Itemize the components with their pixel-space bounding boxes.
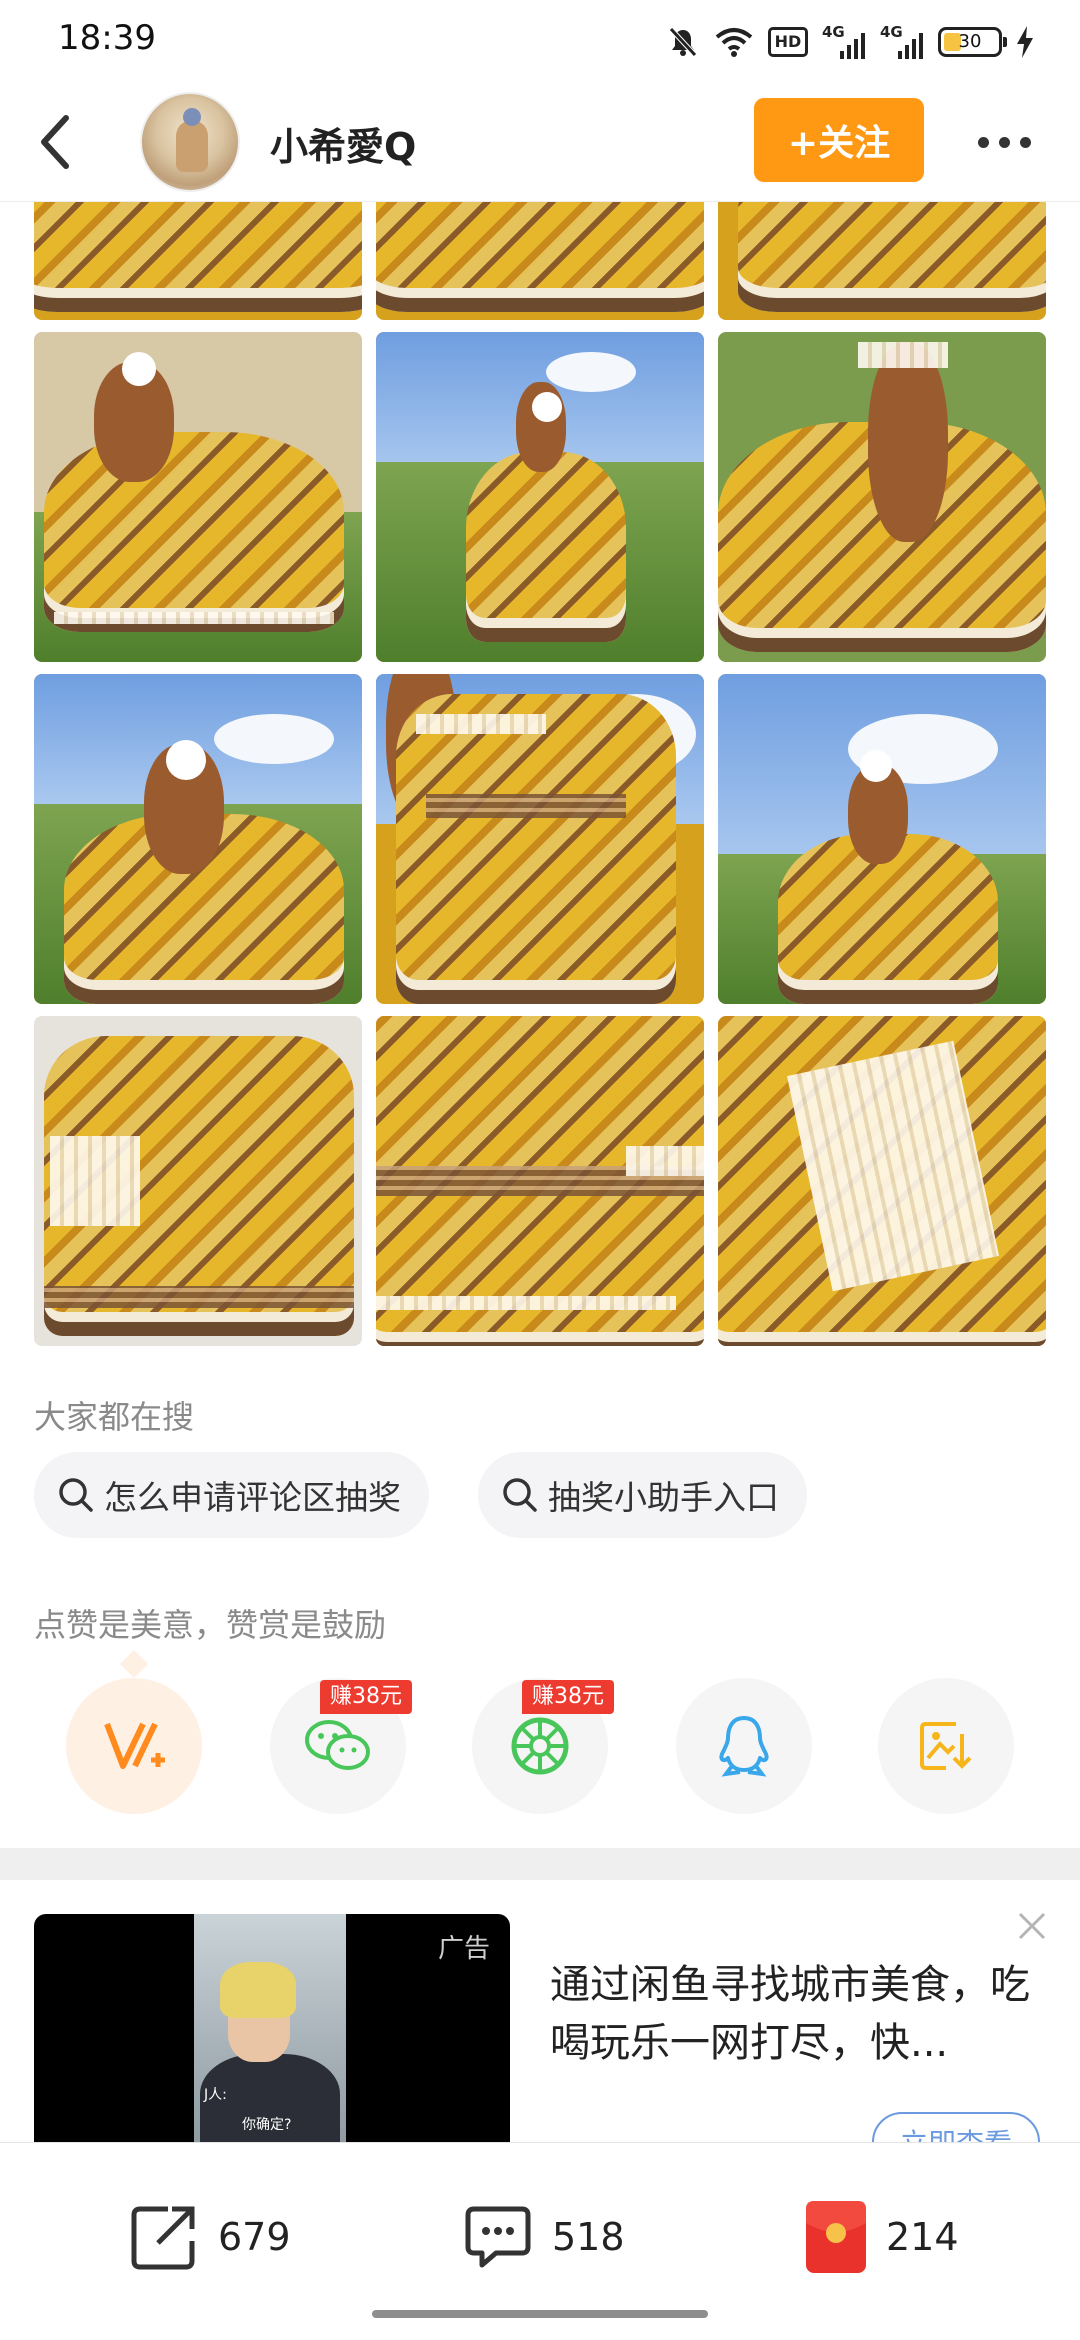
more-options-button[interactable] xyxy=(964,112,1044,172)
charging-icon xyxy=(1016,26,1034,58)
ad-label: 广告 xyxy=(437,1934,490,1964)
weibo-post-page: 18:39 HD 4G 4G 30 小希愛Q +关注 大家都在搜 怎么申请评论区… xyxy=(0,0,1080,2340)
follow-button[interactable]: +关注 xyxy=(754,98,924,182)
earn-badge-wechat: 赚38元 xyxy=(320,1680,412,1714)
close-icon xyxy=(1018,1912,1046,1940)
photo-thumbnail[interactable] xyxy=(34,1016,362,1346)
photo-thumbnail[interactable] xyxy=(376,1016,704,1346)
home-indicator[interactable] xyxy=(372,2310,708,2318)
qq-icon xyxy=(719,1716,769,1777)
comment-icon xyxy=(465,2206,531,2268)
signal-icon-2: 4G xyxy=(880,23,924,59)
comment-button[interactable]: 518 xyxy=(462,2197,625,2277)
wechat-moments-icon xyxy=(511,1717,569,1775)
photo-thumbnail[interactable] xyxy=(376,332,704,662)
ad-title[interactable]: 通过闲鱼寻找城市美食，吃喝玩乐一网打尽，快... xyxy=(550,1956,1030,2072)
share-qq-button[interactable] xyxy=(676,1678,812,1814)
photo-thumbnail[interactable] xyxy=(376,674,704,1004)
wifi-icon xyxy=(714,26,754,58)
reward-count: 214 xyxy=(886,2215,959,2259)
post-header: 小希愛Q +关注 xyxy=(0,82,1080,202)
earn-badge-moments: 赚38元 xyxy=(522,1680,614,1714)
ad-video-subtitle: 你确定? xyxy=(242,2117,292,2133)
search-section-title: 大家都在搜 xyxy=(34,1398,195,1436)
ad-close-button[interactable] xyxy=(1012,1906,1052,1946)
ad-video-frame: J人: 你确定? xyxy=(194,1914,346,2144)
more-dot-icon xyxy=(977,136,989,148)
save-image-icon xyxy=(920,1722,972,1770)
search-suggestion-label: 抽奖小助手入口 xyxy=(548,1478,779,1517)
hd-voice-icon: HD xyxy=(768,27,808,57)
share-count: 679 xyxy=(218,2215,291,2259)
username[interactable]: 小希愛Q xyxy=(270,116,416,171)
share-button[interactable]: 679 xyxy=(128,2197,291,2277)
back-button[interactable] xyxy=(26,112,86,172)
share-icon xyxy=(131,2206,195,2270)
praise-section-title: 点赞是美意，赞赏是鼓励 xyxy=(34,1606,387,1644)
status-time: 18:39 xyxy=(58,18,156,58)
red-envelope-icon xyxy=(806,2201,866,2273)
search-icon xyxy=(503,1478,537,1512)
search-suggestion-1[interactable]: 怎么申请评论区抽奖 xyxy=(34,1452,429,1538)
ad-video[interactable]: J人: 你确定? 广告 xyxy=(34,1914,510,2144)
wechat-icon xyxy=(305,1720,370,1770)
reward-button[interactable]: 214 xyxy=(804,2197,959,2277)
photo-thumbnail[interactable] xyxy=(718,332,1046,662)
search-suggestion-2[interactable]: 抽奖小助手入口 xyxy=(478,1452,807,1538)
chevron-left-icon xyxy=(41,115,69,169)
save-image-button[interactable] xyxy=(878,1678,1014,1814)
mute-bell-icon xyxy=(666,25,700,59)
search-suggestion-label: 怎么申请评论区抽奖 xyxy=(104,1478,401,1517)
ad-video-subtitle: J人: xyxy=(204,2087,227,2103)
photo-thumbnail[interactable] xyxy=(34,674,362,1004)
avatar[interactable] xyxy=(140,92,240,192)
praise-tip xyxy=(119,1649,149,1679)
v-plus-praise-icon xyxy=(104,1722,165,1769)
photo-thumbnail[interactable] xyxy=(34,332,362,662)
comment-count: 518 xyxy=(552,2215,625,2259)
v-plus-praise-button[interactable] xyxy=(66,1678,202,1814)
section-divider xyxy=(0,1848,1080,1880)
status-bar: 18:39 HD 4G 4G 30 xyxy=(0,0,1080,82)
battery-icon: 30 xyxy=(938,27,1007,57)
status-icons: HD 4G 4G 30 xyxy=(666,22,1034,62)
search-icon xyxy=(59,1478,93,1512)
photo-thumbnail[interactable] xyxy=(718,1016,1046,1346)
photo-thumbnail[interactable] xyxy=(718,674,1046,1004)
signal-icon-1: 4G xyxy=(822,23,866,59)
